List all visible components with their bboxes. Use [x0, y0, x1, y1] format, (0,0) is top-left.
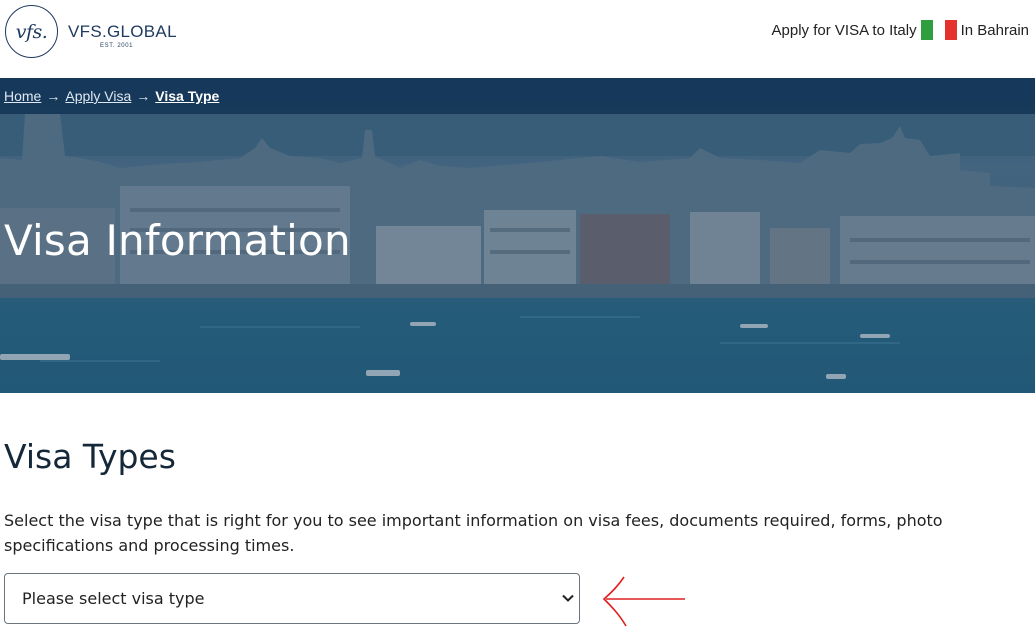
breadcrumb: Home → Apply Visa → Visa Type: [0, 78, 1035, 114]
breadcrumb-separator: →: [136, 88, 151, 104]
visa-types-description: Select the visa type that is right for y…: [4, 511, 943, 555]
logo-mark: vfs.: [15, 20, 48, 43]
chevron-down-icon: [562, 594, 574, 602]
site-header: vfs. VFS.GLOBAL EST. 2001 Apply for VISA…: [0, 0, 1035, 78]
breadcrumb-apply-visa[interactable]: Apply Visa: [65, 88, 131, 104]
visa-type-select[interactable]: Please select visa type: [4, 573, 580, 624]
country-info[interactable]: Apply for VISA to Italy In Bahrain: [772, 20, 1029, 40]
hero-banner: Home → Apply Visa → Visa Type Visa Infor…: [0, 78, 1035, 393]
arrow-left-icon: [602, 576, 685, 627]
hero-title: Visa Information: [4, 216, 351, 265]
italy-flag-icon: [920, 20, 957, 40]
apply-text: Apply for VISA to Italy: [771, 21, 917, 39]
vfs-logo[interactable]: vfs.: [5, 5, 58, 58]
breadcrumb-separator: →: [46, 88, 61, 104]
breadcrumb-home[interactable]: Home: [4, 88, 41, 104]
logo-text[interactable]: VFS.GLOBAL: [68, 22, 177, 42]
logo-est: EST. 2001: [100, 43, 134, 49]
location-text: In Bahrain: [960, 21, 1029, 39]
visa-type-select-value: Please select visa type: [22, 589, 205, 608]
section-title: Visa Types: [4, 437, 176, 476]
breadcrumb-visa-type[interactable]: Visa Type: [155, 88, 219, 104]
